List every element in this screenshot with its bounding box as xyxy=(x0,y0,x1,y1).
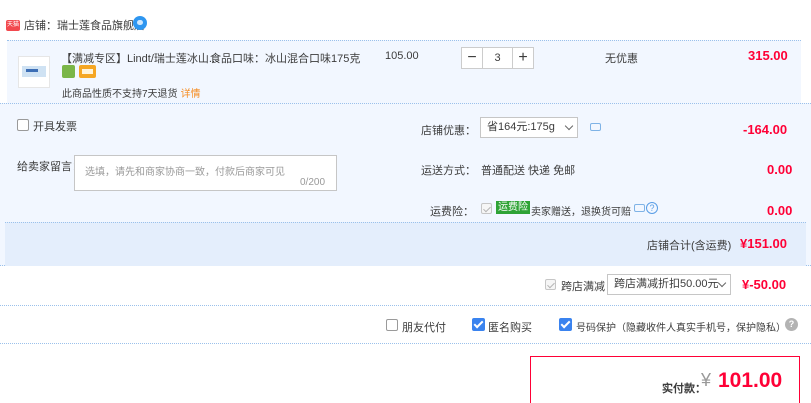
shipping-label: 运送方式： xyxy=(421,165,476,177)
item-discount: 无优惠 xyxy=(605,53,638,65)
help-icon[interactable]: ? xyxy=(646,202,658,214)
payment-label: 实付款： xyxy=(662,383,706,395)
no-return-text: 此商品性质不支持7天退货 xyxy=(62,89,178,100)
cross-store-selected: 跨店满减折扣50.00元 xyxy=(614,278,719,290)
invoice-label[interactable]: 开具发票 xyxy=(33,118,77,134)
friend-pay-checkbox[interactable] xyxy=(386,319,398,331)
store-name-link[interactable]: 店铺：瑞士莲食品旗舰店 xyxy=(24,17,145,33)
anonymous-checkbox[interactable] xyxy=(472,318,485,331)
anonymous-label[interactable]: 匿名购买 xyxy=(488,319,532,335)
shop-discount-label: 店铺优惠： xyxy=(421,125,476,137)
shop-discount-select[interactable]: 省164元:175g xyxy=(480,117,578,138)
cross-store-checkbox xyxy=(545,279,556,290)
credit-card-icon[interactable] xyxy=(79,65,96,78)
product-attribute: 食品口味：冰山混合口味175克 xyxy=(210,53,361,65)
shop-discount-selected: 省164元:175g xyxy=(487,121,555,133)
quantity-input[interactable]: 3 xyxy=(483,47,512,69)
insurance-label: 运费险： xyxy=(430,206,474,218)
service-guarantee-icon[interactable] xyxy=(62,65,75,78)
cross-store-select[interactable]: 跨店满减折扣50.00元 xyxy=(607,274,731,295)
quantity-minus-button[interactable]: − xyxy=(461,47,483,69)
store-subtotal-amount: ¥151.00 xyxy=(740,236,787,251)
insurance-badge: 运费险 xyxy=(496,201,530,214)
insurance-checkbox xyxy=(481,203,492,214)
shop-discount-amount: -164.00 xyxy=(743,122,788,137)
currency-symbol: ¥ xyxy=(701,370,712,390)
chevron-down-icon xyxy=(717,278,727,288)
product-title-link[interactable]: 【满减专区】Lindt/瑞士莲冰山... xyxy=(61,50,218,66)
help-icon[interactable]: ? xyxy=(785,318,798,331)
number-protection-label[interactable]: 号码保护（隐藏收件人真实手机号，保护隐私） xyxy=(576,319,786,334)
chevron-down-icon xyxy=(564,121,574,131)
friend-pay-label[interactable]: 朋友代付 xyxy=(402,319,446,335)
no-return-notice: 此商品性质不支持7天退货 详情 xyxy=(62,85,201,100)
quantity-stepper: − 3 + xyxy=(461,47,534,69)
shipping-method: 普通配送 快递 免邮 xyxy=(481,165,576,177)
invoice-checkbox[interactable] xyxy=(17,119,29,131)
cross-store-amount: ¥-50.00 xyxy=(742,277,787,292)
insurance-amount: 0.00 xyxy=(767,203,793,218)
comment-icon[interactable] xyxy=(590,123,601,131)
tmall-badge-icon: 天猫 xyxy=(6,20,20,31)
quantity-plus-button[interactable]: + xyxy=(512,47,534,69)
comment-icon[interactable] xyxy=(634,204,645,212)
cross-store-label: 跨店满减 xyxy=(561,281,605,293)
store-subtotal-label: 店铺合计(含运费) xyxy=(647,240,732,252)
number-protection-checkbox[interactable] xyxy=(559,318,572,331)
unit-price: 105.00 xyxy=(385,50,419,62)
shipping-amount: 0.00 xyxy=(767,162,793,177)
memo-placeholder: 选填，请先和商家协商一致，付款后商家可见 xyxy=(85,167,285,178)
product-thumbnail[interactable] xyxy=(18,56,50,88)
memo-char-count: 0/200 xyxy=(300,177,326,188)
item-total-price: 315.00 xyxy=(748,48,788,63)
payment-amount: 101.00 xyxy=(718,369,783,392)
insurance-text: 卖家赠送，退换货可赔 xyxy=(531,207,631,218)
chat-wangwang-icon[interactable] xyxy=(133,16,147,30)
detail-link[interactable]: 详情 xyxy=(181,89,201,100)
